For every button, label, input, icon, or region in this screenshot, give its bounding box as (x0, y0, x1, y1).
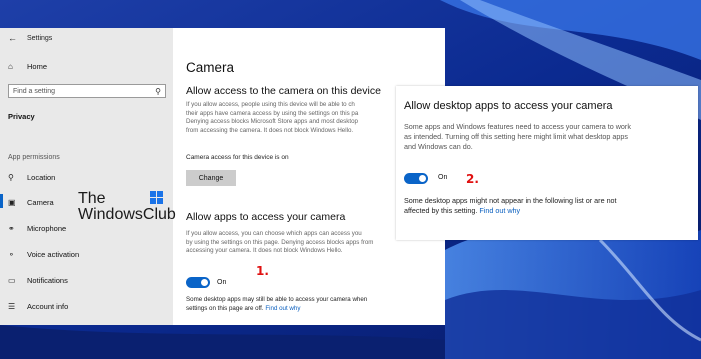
description-line: Some apps and Windows features need to a… (404, 122, 631, 131)
desktop-apps-panel: Allow desktop apps to access your camera… (396, 86, 698, 240)
sidebar-item-camera[interactable]: ▣ Camera (8, 198, 54, 207)
section-title: Privacy (8, 112, 35, 121)
voice-activation-icon: ⚬ (8, 250, 15, 259)
device-access-heading: Allow access to the camera on this devic… (186, 85, 381, 97)
sidebar-item-microphone[interactable]: ⚭ Microphone (8, 224, 66, 233)
title-bar: ← Settings (8, 33, 52, 43)
note-line: settings on this page are off. (186, 304, 264, 312)
description-line: and Windows can do. (404, 142, 473, 151)
find-out-why-link[interactable]: Find out why (479, 206, 520, 215)
settings-window: ← Settings ⌂ Home Find a setting ⚲ Priva… (0, 28, 445, 325)
group-label: App permissions (8, 154, 60, 161)
description-line: If you allow access, people using this d… (186, 101, 355, 108)
apps-access-note: Some desktop apps may still be able to a… (186, 296, 421, 313)
change-button[interactable]: Change (186, 170, 236, 186)
sidebar-item-label: Voice activation (27, 250, 80, 259)
note-line: Some desktop apps may still be able to a… (186, 296, 368, 303)
sidebar-item-label: Microphone (27, 224, 67, 233)
desktop-apps-note: Some desktop apps might not appear in th… (404, 196, 689, 216)
sidebar-item-notifications[interactable]: ▭ Notifications (8, 276, 68, 285)
description-line: as intended. Turning off this setting he… (404, 132, 629, 141)
description-line: from accessing the camera. It does not b… (186, 126, 354, 134)
sidebar-item-voice-activation[interactable]: ⚬ Voice activation (8, 250, 79, 259)
sidebar-item-account-info[interactable]: ☰ Account info (8, 302, 68, 311)
search-icon: ⚲ (155, 86, 161, 96)
desktop-apps-heading: Allow desktop apps to access your camera (404, 100, 613, 112)
apps-access-description: If you allow access, you can choose whic… (186, 230, 421, 256)
desktop-apps-description: Some apps and Windows features need to a… (404, 122, 689, 152)
search-placeholder: Find a setting (13, 87, 56, 95)
page-title: Camera (186, 60, 235, 75)
sidebar-item-home[interactable]: ⌂ Home (8, 62, 47, 71)
camera-icon: ▣ (8, 198, 16, 207)
apps-access-toggle[interactable] (186, 277, 210, 288)
desktop-apps-toggle-label: On (438, 174, 448, 181)
sidebar-item-label: Location (27, 173, 56, 182)
sidebar-item-label: Notifications (27, 276, 68, 285)
account-info-icon: ☰ (8, 302, 16, 311)
apps-access-heading: Allow apps to access your camera (186, 211, 346, 223)
note-line: Some desktop apps might not appear in th… (404, 196, 617, 205)
search-input[interactable]: Find a setting ⚲ (8, 84, 166, 98)
watermark-line2: WindowsClub (78, 206, 176, 223)
device-access-description: If you allow access, people using this d… (186, 101, 421, 135)
description-line: accessing your camera. It does not block… (186, 247, 343, 255)
sidebar: ← Settings ⌂ Home Find a setting ⚲ Priva… (0, 28, 173, 325)
selected-indicator (0, 194, 3, 208)
note-line: affected by this setting. (404, 206, 478, 215)
description-line: Denying access blocks Microsoft Store ap… (186, 118, 358, 126)
notifications-icon: ▭ (8, 276, 16, 285)
annotation-marker-1: 1. (256, 264, 269, 278)
find-out-why-link[interactable]: Find out why (265, 305, 300, 312)
watermark-logo-icon (150, 191, 163, 204)
description-line: their apps have camera access by using t… (186, 109, 359, 117)
sidebar-item-label: Account info (27, 302, 69, 311)
location-icon: ⚲ (8, 173, 14, 182)
home-icon: ⌂ (8, 62, 13, 71)
description-line: by using the settings on this page. Deny… (186, 238, 374, 246)
desktop-apps-toggle[interactable] (404, 173, 428, 184)
annotation-marker-2: 2. (466, 172, 479, 186)
microphone-icon: ⚭ (8, 224, 15, 233)
device-access-status: Camera access for this device is on (186, 154, 289, 161)
back-arrow-icon[interactable]: ← (8, 33, 17, 43)
sidebar-item-label: Camera (27, 198, 54, 207)
apps-access-toggle-label: On (217, 279, 227, 286)
sidebar-item-location[interactable]: ⚲ Location (8, 173, 55, 182)
sidebar-item-label: Home (27, 62, 48, 71)
description-line: If you allow access, you can choose whic… (186, 230, 362, 237)
window-title: Settings (27, 34, 53, 42)
